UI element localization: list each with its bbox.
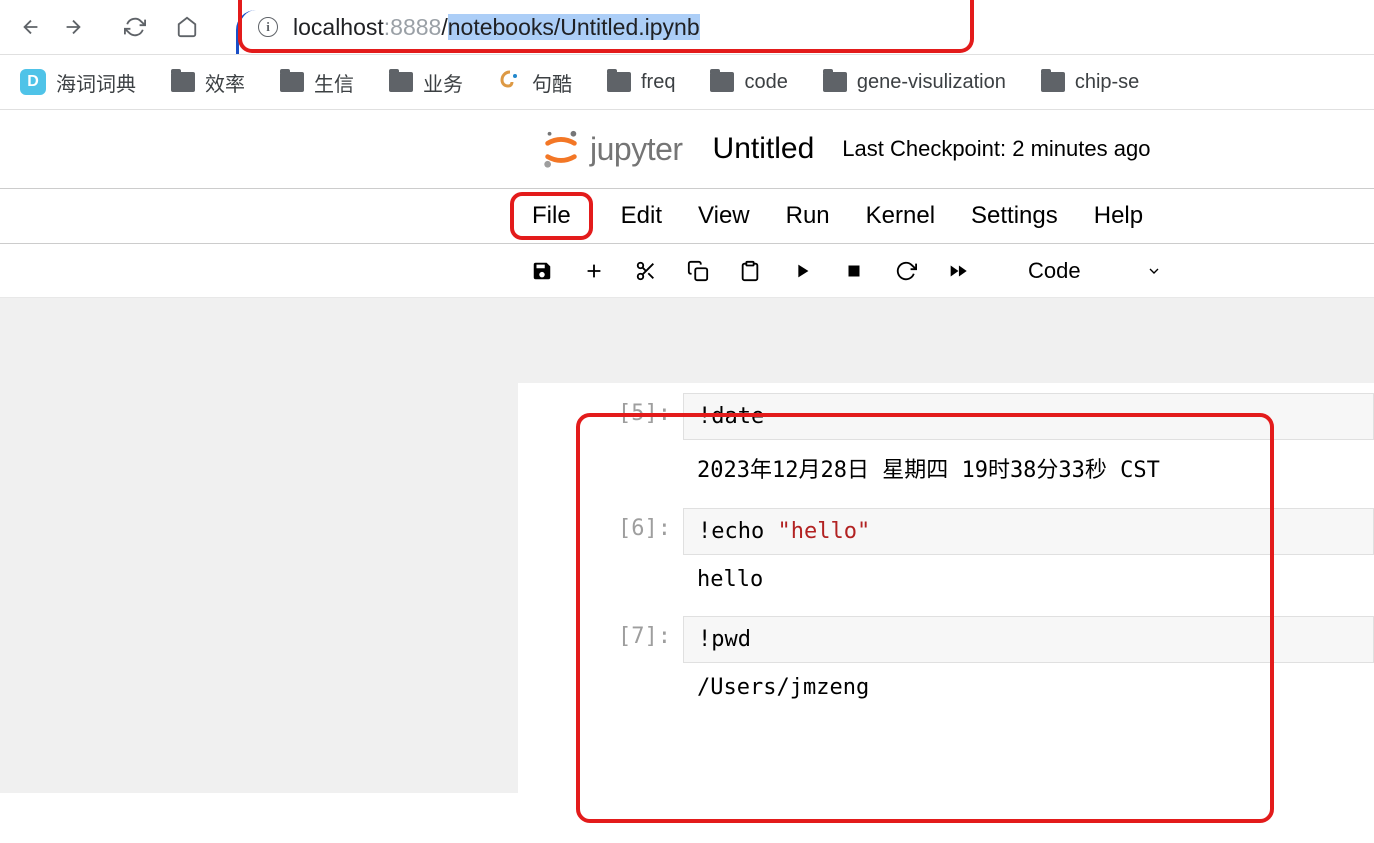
jupyter-logo-icon <box>540 128 582 170</box>
bookmark-item[interactable]: D 海词词典 <box>20 68 136 97</box>
bookmark-item[interactable]: 生信 <box>280 68 354 97</box>
notebook-cell[interactable]: [7]: !pwd /Users/jmzeng <box>518 606 1374 714</box>
checkpoint-text: Last Checkpoint: 2 minutes ago <box>842 136 1150 162</box>
folder-icon <box>607 72 631 92</box>
browser-nav-bar: i localhost:8888/notebooks/Untitled.ipyn… <box>0 0 1374 55</box>
folder-icon <box>1041 72 1065 92</box>
bookmark-item[interactable]: 业务 <box>389 68 463 97</box>
reload-icon[interactable] <box>124 16 146 38</box>
bookmarks-bar: D 海词词典 效率 生信 业务 句酷 freq code gene-visuli… <box>0 55 1374 110</box>
notebook-area: [5]: !date 2023年12月28日 星期四 19时38分33秒 CST… <box>0 298 1374 793</box>
add-cell-icon[interactable] <box>582 259 606 283</box>
jupyter-logo[interactable]: jupyter <box>540 128 683 170</box>
paste-icon[interactable] <box>738 259 762 283</box>
notebook-cell[interactable]: [5]: !date 2023年12月28日 星期四 19时38分33秒 CST <box>518 383 1374 498</box>
dict-icon: D <box>20 69 46 95</box>
folder-icon <box>823 72 847 92</box>
stop-icon[interactable] <box>842 259 866 283</box>
bookmark-item[interactable]: code <box>710 71 787 94</box>
folder-icon <box>171 72 195 92</box>
home-icon[interactable] <box>176 16 198 38</box>
menu-settings[interactable]: Settings <box>953 192 1076 240</box>
jupyter-header: jupyter Untitled Last Checkpoint: 2 minu… <box>0 110 1374 188</box>
toolbar: Code <box>0 244 1374 298</box>
url-bar[interactable]: i localhost:8888/notebooks/Untitled.ipyn… <box>258 14 1354 41</box>
cell-output: 2023年12月28日 星期四 19时38分33秒 CST <box>683 440 1374 488</box>
menu-bar: File Edit View Run Kernel Settings Help <box>0 188 1374 244</box>
folder-icon <box>389 72 413 92</box>
menu-kernel[interactable]: Kernel <box>848 192 953 240</box>
bookmark-label: gene-visulization <box>857 71 1006 94</box>
cell-type-select[interactable]: Code <box>1028 258 1162 284</box>
bookmark-item[interactable]: chip-se <box>1041 71 1139 94</box>
back-icon[interactable] <box>20 16 42 38</box>
cell-prompt: [6]: <box>518 508 683 541</box>
bookmark-label: freq <box>641 71 675 94</box>
cell-input[interactable]: !echo "hello" <box>683 508 1374 555</box>
notebook-title[interactable]: Untitled <box>713 132 815 166</box>
menu-edit[interactable]: Edit <box>603 192 680 240</box>
cell-input[interactable]: !pwd <box>683 616 1374 663</box>
menu-run[interactable]: Run <box>768 192 848 240</box>
notebook-cell[interactable]: [6]: !echo "hello" hello <box>518 498 1374 606</box>
copy-icon[interactable] <box>686 259 710 283</box>
cell-output: /Users/jmzeng <box>683 663 1374 704</box>
url-text: localhost:8888/notebooks/Untitled.ipynb <box>293 14 700 41</box>
site-info-icon[interactable]: i <box>258 17 278 37</box>
restart-icon[interactable] <box>894 259 918 283</box>
bookmark-item[interactable]: gene-visulization <box>823 71 1006 94</box>
chevron-down-icon <box>1146 263 1162 279</box>
menu-file[interactable]: File <box>510 192 593 240</box>
cell-prompt: [5]: <box>518 393 683 426</box>
cell-output: hello <box>683 555 1374 596</box>
bookmark-label: 业务 <box>423 68 463 97</box>
cell-type-label: Code <box>1028 258 1081 284</box>
jupyter-brand-text: jupyter <box>590 131 683 168</box>
bookmark-item[interactable]: freq <box>607 71 675 94</box>
bookmark-label: 句酷 <box>532 68 572 97</box>
bookmark-item[interactable]: 效率 <box>171 68 245 97</box>
bookmark-label: 生信 <box>314 68 354 97</box>
notebook-panel: [5]: !date 2023年12月28日 星期四 19时38分33秒 CST… <box>518 383 1374 843</box>
folder-icon <box>710 72 734 92</box>
menu-view[interactable]: View <box>680 192 768 240</box>
bookmark-item[interactable]: 句酷 <box>498 68 572 97</box>
cell-input[interactable]: !date <box>683 393 1374 440</box>
save-icon[interactable] <box>530 259 554 283</box>
folder-icon <box>280 72 304 92</box>
cell-prompt: [7]: <box>518 616 683 649</box>
cut-icon[interactable] <box>634 259 658 283</box>
swirl-icon <box>498 70 522 94</box>
bookmark-label: 海词词典 <box>56 68 136 97</box>
fast-forward-icon[interactable] <box>946 259 970 283</box>
forward-icon[interactable] <box>62 16 84 38</box>
bookmark-label: 效率 <box>205 68 245 97</box>
bookmark-label: code <box>744 71 787 94</box>
run-icon[interactable] <box>790 259 814 283</box>
bookmark-label: chip-se <box>1075 71 1139 94</box>
menu-help[interactable]: Help <box>1076 192 1161 240</box>
